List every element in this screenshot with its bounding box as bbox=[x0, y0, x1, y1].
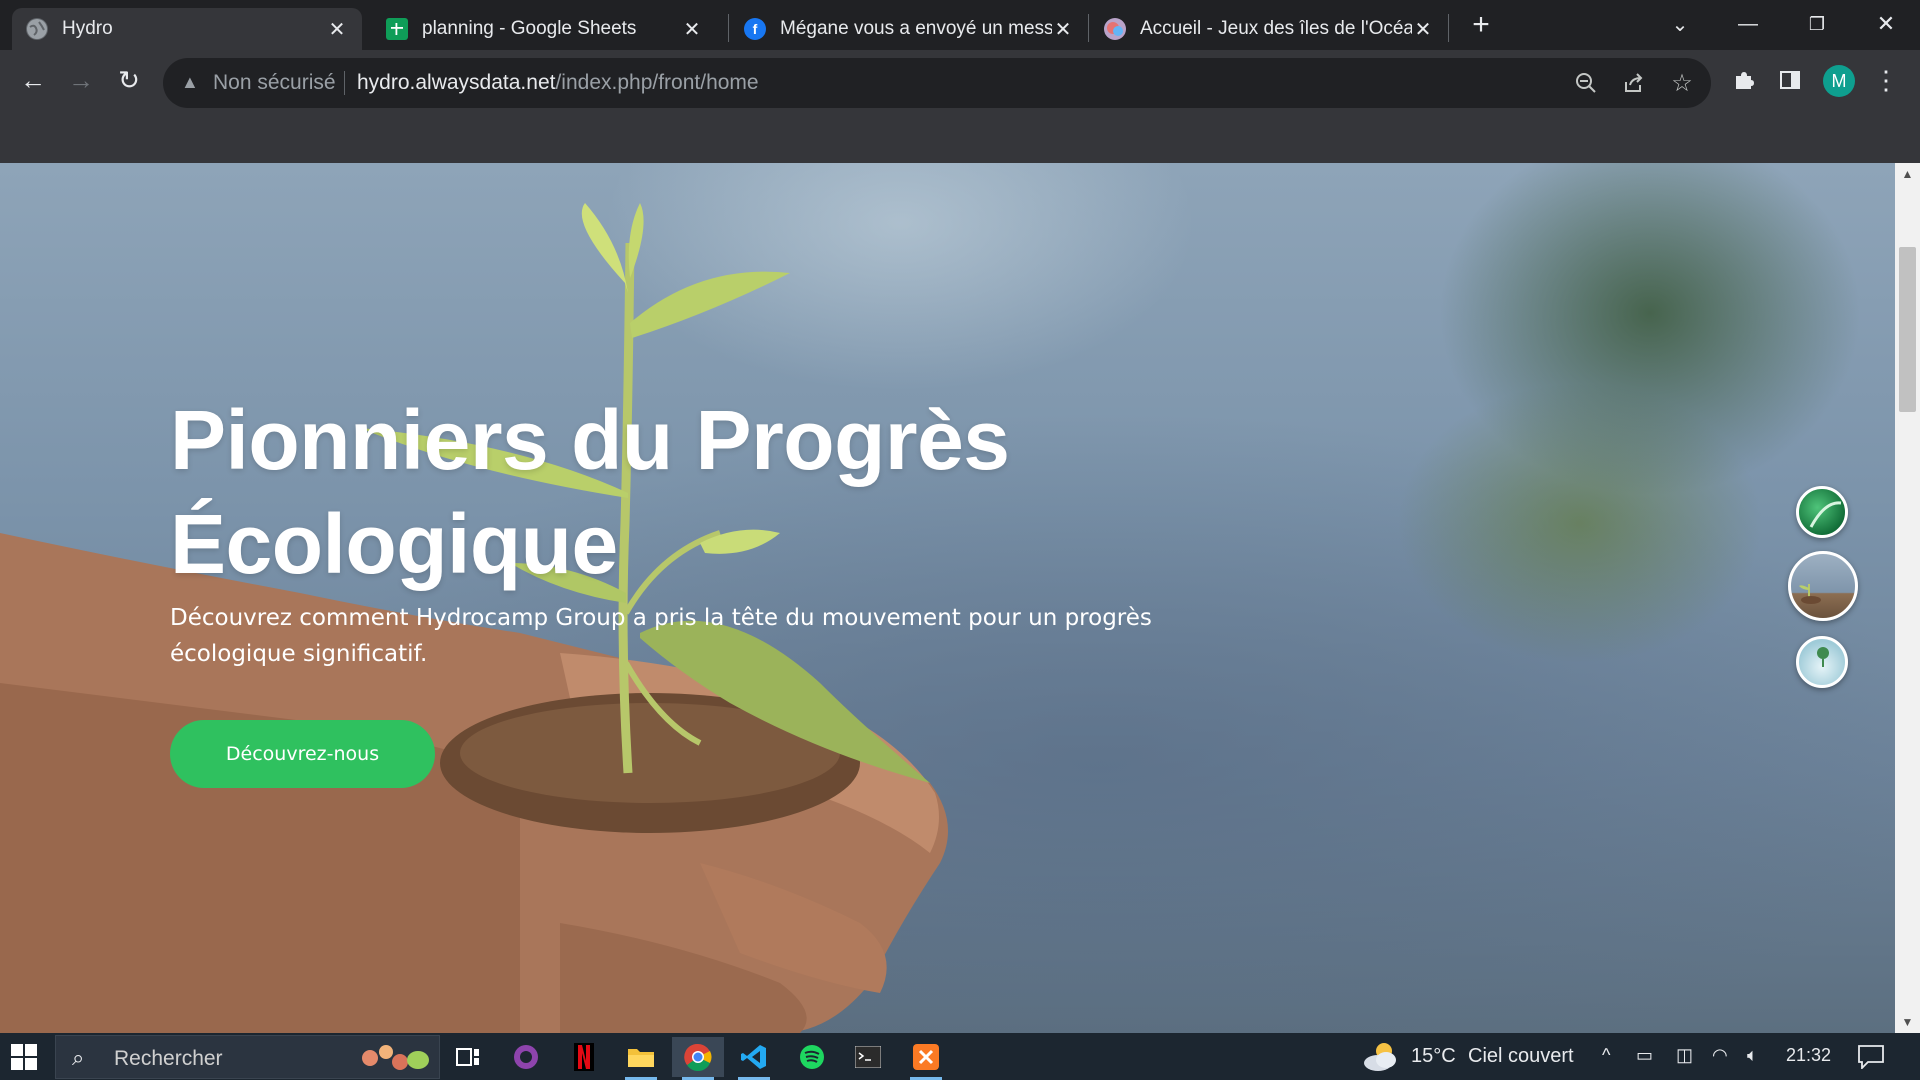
tab-separator bbox=[1088, 14, 1089, 42]
search-highlight-icon bbox=[362, 1045, 429, 1070]
search-icon: ⌕ bbox=[72, 1045, 85, 1070]
tab-title: Mégane vous a envoyé un message bbox=[780, 18, 1052, 39]
scroll-up-arrow-icon[interactable]: ▲ bbox=[1895, 163, 1920, 185]
url-text[interactable]: hydro.alwaysdata.net/index.php/front/hom… bbox=[357, 71, 759, 95]
tab-search-chevron-icon[interactable]: ⌄ bbox=[1660, 6, 1700, 42]
windows-taskbar: ⌕ Rechercher 15°C Ciel couvert ^ ▭ ◫ ◠ 🔈… bbox=[0, 1033, 1920, 1080]
new-tab-button[interactable]: + bbox=[1466, 10, 1496, 40]
page-viewport: Pionniers du Progrès Écologique Découvre… bbox=[0, 163, 1895, 1033]
show-hidden-icons-chevron-icon[interactable]: ^ bbox=[1602, 1045, 1610, 1066]
camera-icon[interactable]: ◫ bbox=[1676, 1045, 1693, 1066]
page-scrollbar[interactable]: ▲ ▼ bbox=[1895, 163, 1920, 1033]
file-explorer-icon[interactable] bbox=[615, 1037, 667, 1080]
tab-planning[interactable]: planning - Google Sheets ✕ bbox=[372, 8, 717, 50]
tab-jeux-iles[interactable]: Accueil - Jeux des îles de l'Océan Indie… bbox=[1090, 8, 1448, 50]
scrollbar-thumb[interactable] bbox=[1899, 247, 1916, 412]
weather-condition[interactable]: Ciel couvert bbox=[1468, 1045, 1574, 1068]
weather-temperature[interactable]: 15°C bbox=[1411, 1045, 1456, 1068]
back-arrow-icon[interactable]: ← bbox=[15, 62, 51, 98]
spotify-icon[interactable] bbox=[786, 1037, 838, 1077]
vscode-icon[interactable] bbox=[728, 1037, 780, 1080]
globe-icon bbox=[26, 18, 48, 40]
minimize-window-icon[interactable]: — bbox=[1728, 6, 1768, 42]
task-view-icon[interactable] bbox=[442, 1037, 494, 1077]
profile-avatar[interactable]: M bbox=[1823, 65, 1855, 97]
chrome-icon[interactable] bbox=[672, 1037, 724, 1080]
share-icon[interactable] bbox=[1621, 70, 1647, 96]
slide-thumbnail-1[interactable] bbox=[1796, 486, 1848, 538]
url-host: hydro.alwaysdata.net bbox=[357, 71, 556, 94]
tab-title: Hydro bbox=[62, 18, 113, 39]
browser-tab-strip: Hydro ✕ planning - Google Sheets ✕ f Még… bbox=[0, 0, 1920, 50]
wifi-icon[interactable]: ◠ bbox=[1712, 1045, 1728, 1066]
hero-title-line-2: Écologique bbox=[170, 497, 618, 591]
clock-time[interactable]: 21:32 bbox=[1786, 1045, 1831, 1066]
address-divider bbox=[344, 71, 345, 95]
tab-facebook-message[interactable]: f Mégane vous a envoyé un message ✕ bbox=[730, 8, 1088, 50]
search-placeholder: Rechercher bbox=[114, 1047, 223, 1070]
url-path: /index.php/front/home bbox=[555, 71, 759, 94]
tab-title: planning - Google Sheets bbox=[422, 18, 637, 39]
close-tab-icon[interactable]: ✕ bbox=[326, 18, 348, 41]
slide-thumbnail-3[interactable] bbox=[1796, 636, 1848, 688]
not-secure-warning-icon[interactable]: ▲ bbox=[181, 72, 199, 93]
volume-icon[interactable]: 🔈︎ bbox=[1747, 1045, 1758, 1066]
facebook-icon: f bbox=[744, 18, 766, 40]
tab-title: Accueil - Jeux des îles de l'Océan Indie… bbox=[1140, 18, 1412, 39]
notification-center-icon[interactable] bbox=[1858, 1045, 1884, 1075]
bookmark-star-icon[interactable]: ☆ bbox=[1669, 70, 1695, 97]
scroll-down-arrow-icon[interactable]: ▼ bbox=[1895, 1011, 1920, 1033]
discover-us-button[interactable]: Découvrez-nous bbox=[170, 720, 435, 788]
terminal-icon[interactable] bbox=[842, 1037, 894, 1077]
address-bar[interactable]: ▲ Non sécurisé hydro.alwaysdata.net/inde… bbox=[163, 58, 1711, 108]
google-sheets-icon bbox=[386, 18, 408, 40]
extensions-puzzle-icon[interactable] bbox=[1726, 62, 1762, 98]
github-desktop-icon[interactable] bbox=[500, 1037, 552, 1077]
restore-window-icon[interactable]: ❐ bbox=[1797, 6, 1837, 42]
jeux-iles-icon bbox=[1104, 18, 1126, 40]
tab-separator bbox=[1448, 14, 1449, 42]
slide-thumbnail-2[interactable] bbox=[1788, 551, 1858, 621]
xampp-icon[interactable] bbox=[900, 1037, 952, 1080]
hero-subtitle: Découvrez comment Hydrocamp Group a pris… bbox=[170, 605, 1152, 667]
forward-arrow-icon[interactable]: → bbox=[63, 62, 99, 98]
security-label[interactable]: Non sécurisé bbox=[213, 71, 336, 95]
tab-hydro[interactable]: Hydro ✕ bbox=[12, 8, 362, 50]
close-window-icon[interactable]: ✕ bbox=[1866, 6, 1906, 42]
battery-icon[interactable]: ▭ bbox=[1636, 1045, 1653, 1066]
zoom-icon[interactable] bbox=[1573, 70, 1599, 96]
tab-separator bbox=[728, 14, 729, 42]
hands-seedling-image bbox=[0, 203, 948, 1033]
more-menu-icon[interactable]: ⋮ bbox=[1868, 62, 1904, 98]
browser-toolbar: ← → ↻ ▲ Non sécurisé hydro.alwaysdata.ne… bbox=[0, 50, 1920, 165]
close-tab-icon[interactable]: ✕ bbox=[1412, 18, 1434, 41]
close-tab-icon[interactable]: ✕ bbox=[1052, 18, 1074, 41]
side-panel-icon[interactable] bbox=[1772, 62, 1808, 98]
taskbar-search-box[interactable]: ⌕ Rechercher bbox=[55, 1035, 440, 1079]
close-tab-icon[interactable]: ✕ bbox=[681, 18, 703, 41]
hero-title-line-1: Pionniers du Progrès bbox=[170, 393, 1010, 487]
windows-start-icon[interactable] bbox=[10, 1043, 38, 1071]
weather-cloud-icon[interactable] bbox=[1360, 1039, 1400, 1079]
netflix-icon[interactable] bbox=[558, 1037, 610, 1077]
hero-title: Pionniers du Progrès Écologique bbox=[170, 388, 1270, 596]
reload-icon[interactable]: ↻ bbox=[111, 62, 147, 98]
